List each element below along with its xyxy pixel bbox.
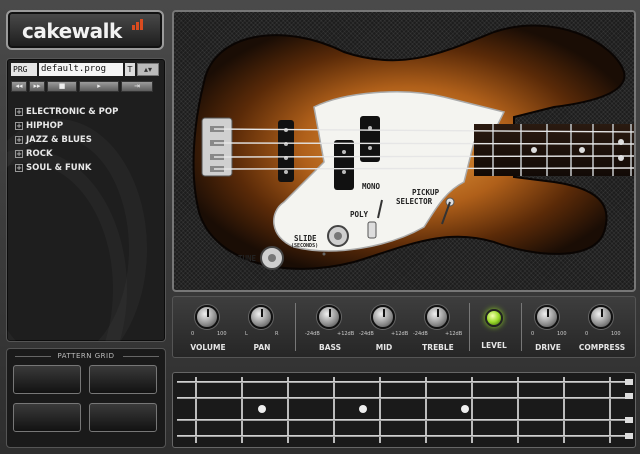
program-browser: PRG ▸ default.prog T ▴▾ ◂◂ ▸▸ ■ ▸ ⇥ +ELE… [6,58,166,342]
fret-string [177,419,633,421]
category-item[interactable]: + JAZZ & BLUES [15,133,118,147]
bass-label: BASS [319,343,341,352]
tune-label: TUNE [238,254,257,263]
pattern-pad[interactable] [13,365,81,394]
expand-icon[interactable]: + [15,164,23,172]
pan-knob[interactable] [249,305,273,329]
fret-string [177,435,633,437]
category-item[interactable]: + ROCK [15,147,118,161]
drive-control: 0 100 DRIVE [525,303,571,359]
level-label: LEVEL [481,341,507,350]
compress-control: 0 100 COMPRESS [579,303,625,359]
bass-control: -24dB +12dB BASS [305,303,354,359]
fret [333,377,335,443]
program-name-field[interactable]: default.prog [39,63,123,76]
logo-text: cakewalk [22,19,122,43]
stop-button[interactable]: ■ [47,81,77,92]
category-item[interactable]: + HIPHOP [15,119,118,133]
pattern-grid: PATTERN GRID [6,348,166,448]
fret-string [177,397,633,399]
expand-icon[interactable]: + [15,150,23,158]
selector-label: SELECTOR [396,197,433,206]
category-list: + ELECTRONIC & POP + HIPHOP + JAZZ & BLUES … [15,105,118,175]
transport-bar: ◂◂ ▸▸ ■ ▸ ⇥ [11,81,163,93]
export-button[interactable]: ⇥ [121,81,153,92]
volume-knob[interactable] [195,305,219,329]
scroll-handle[interactable] [625,379,633,385]
expand-icon[interactable]: + [15,122,23,130]
fret [379,377,381,443]
fret [425,377,427,443]
fret [287,377,289,443]
volume-control: 0 100 VOLUME [185,303,231,359]
fret [195,377,197,443]
pickup-label: PICKUP [412,188,440,197]
logo-bars-icon [132,18,146,30]
mid-control: -24dB +12dB MID [359,303,408,359]
pan-control: L R PAN [239,303,285,359]
mid-label: MID [375,343,393,352]
fret-marker [359,405,367,413]
pan-label: PAN [253,343,271,352]
fret-marker [461,405,469,413]
level-led-icon [485,309,503,327]
expand-icon[interactable]: + [15,136,23,144]
slide-label: SLIDE [294,234,317,243]
fret [241,377,243,443]
slide-sub-label: (SECONDS) [291,243,319,249]
fret-marker [258,405,266,413]
category-item[interactable]: + ELECTRONIC & POP [15,105,118,119]
level-meter: LEVEL [471,303,517,359]
cakewalk-logo: cakewalk [6,10,164,50]
scroll-handle[interactable] [625,393,633,399]
pattern-pad[interactable] [13,403,81,432]
program-row: PRG ▸ default.prog T ▴▾ [11,63,163,87]
mono-poly-switch[interactable] [366,220,378,240]
compress-label: COMPRESS [578,343,626,352]
drive-knob[interactable] [535,305,559,329]
tune-knob[interactable] [261,247,283,269]
expand-icon[interactable]: + [15,108,23,116]
scroll-handle[interactable] [625,417,633,423]
amp-controls: 0 100 VOLUME L R PAN -24dB +12dB BASS -2… [172,296,636,358]
rewind-button[interactable]: ◂◂ [11,81,27,92]
fret [609,377,611,443]
t-button[interactable]: T [125,63,135,76]
prg-button[interactable]: PRG ▸ [11,63,37,87]
scroll-handle[interactable] [625,433,633,439]
fret [471,377,473,443]
program-spinner[interactable]: ▴▾ [137,63,159,76]
category-item[interactable]: + SOUL & FUNK [15,161,118,175]
slide-knob[interactable] [328,226,348,246]
drive-label: DRIVE [535,343,561,352]
fret [563,377,565,443]
pattern-pad[interactable] [89,365,157,394]
fret [517,377,519,443]
play-button[interactable]: ▸ [79,81,119,92]
bass-guitar-image [192,24,634,270]
fast-forward-button[interactable]: ▸▸ [29,81,45,92]
mid-knob[interactable] [371,305,395,329]
compress-knob[interactable] [589,305,613,329]
treble-control: -24dB +12dB TREBLE [413,303,462,359]
pickup-selector-switch[interactable] [440,196,456,226]
pattern-pad[interactable] [89,403,157,432]
mono-label: MONO [362,182,381,191]
volume-label: VOLUME [190,343,226,352]
treble-label: TREBLE [422,343,454,352]
treble-knob[interactable] [425,305,449,329]
bass-display: MONO POLY PICKUP SELECTOR SLIDE (SECONDS… [172,10,636,292]
poly-label: POLY [350,210,369,219]
fretboard-display[interactable] [172,372,636,448]
fret-string [177,381,633,383]
bass-knob[interactable] [317,305,341,329]
